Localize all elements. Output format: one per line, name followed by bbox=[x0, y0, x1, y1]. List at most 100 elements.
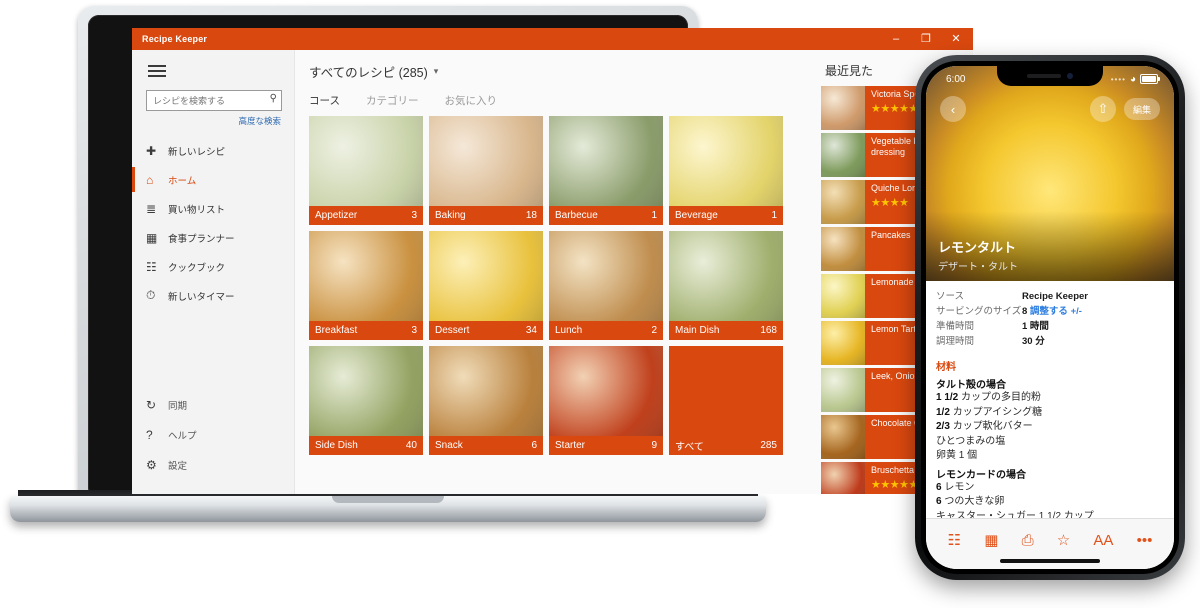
recipe-meta-row: ソース Recipe Keeper bbox=[936, 289, 1164, 304]
category-tile-count: 2 bbox=[651, 325, 657, 336]
recipe-meta-key: ソース bbox=[936, 291, 965, 302]
category-tile[interactable]: Snack 6 bbox=[429, 346, 543, 455]
close-icon[interactable]: ✕ bbox=[941, 28, 971, 50]
back-icon[interactable]: ‹ bbox=[940, 96, 966, 122]
sync-icon: ↻ bbox=[146, 398, 157, 412]
window-titlebar: Recipe Keeper – ❐ ✕ bbox=[132, 28, 973, 50]
category-tile[interactable]: Baking 18 bbox=[429, 116, 543, 225]
recent-item-thumbnail bbox=[821, 321, 865, 365]
tab-favorites[interactable]: お気に入り bbox=[444, 93, 497, 108]
sidebar-item-label: 同期 bbox=[168, 401, 188, 412]
category-tile[interactable]: すべて 285 bbox=[669, 346, 783, 455]
text-size-icon[interactable]: AA bbox=[1093, 533, 1113, 548]
home-indicator[interactable] bbox=[1000, 559, 1100, 563]
category-tile-name: すべて bbox=[675, 442, 704, 453]
minimize-icon[interactable]: – bbox=[881, 28, 911, 50]
category-tile[interactable]: Beverage 1 bbox=[669, 116, 783, 225]
adjust-servings-link[interactable]: 調整する bbox=[1027, 306, 1068, 317]
ingredient-line[interactable]: 6 つの大きな卵 bbox=[936, 495, 1164, 510]
tab-category[interactable]: カテゴリー bbox=[366, 93, 419, 108]
gear-icon: ⚙ bbox=[146, 458, 157, 472]
category-tile[interactable]: Barbecue 1 bbox=[549, 116, 663, 225]
category-tile[interactable]: Starter 9 bbox=[549, 346, 663, 455]
share-icon[interactable]: ⇧ bbox=[1089, 96, 1116, 122]
sidebar-item-new-timer[interactable]: ⏱ 新しいタイマー bbox=[132, 281, 294, 310]
category-tile-label-bar: Lunch 2 bbox=[549, 321, 663, 340]
category-tile[interactable]: Dessert 34 bbox=[429, 231, 543, 340]
ingredient-line[interactable]: 卵黄 1 個 bbox=[936, 449, 1164, 464]
sidebar-item-settings[interactable]: ⚙ 設定 bbox=[132, 450, 294, 480]
star-icon[interactable]: ☆ bbox=[1057, 533, 1070, 548]
more-icon[interactable]: ••• bbox=[1137, 533, 1153, 548]
recipe-meta-key: 調理時間 bbox=[936, 336, 975, 347]
category-tile[interactable]: Appetizer 3 bbox=[309, 116, 423, 225]
servings-stepper[interactable]: +/- bbox=[1068, 306, 1082, 317]
category-tile-label-bar: Appetizer 3 bbox=[309, 206, 423, 225]
phone-screen: 6:00 •••• ◕ ‹ ⇧ 編集 レモンタルト デザート・タルト ソース R… bbox=[926, 66, 1174, 569]
category-tile-count: 40 bbox=[405, 440, 417, 451]
advanced-search-link[interactable]: 高度な検索 bbox=[132, 115, 281, 127]
recent-item-thumbnail bbox=[821, 86, 865, 130]
search-icon[interactable]: ⚲ bbox=[270, 93, 277, 104]
ingredient-line[interactable]: 1 1/2 カップの多目的粉 bbox=[936, 391, 1164, 406]
book-icon: ☷ bbox=[146, 259, 157, 274]
maximize-icon[interactable]: ❐ bbox=[911, 28, 941, 50]
category-tile-name: Breakfast bbox=[315, 325, 358, 336]
ingredient-line[interactable]: 2/3 カップ軟化バター bbox=[936, 420, 1164, 435]
category-tile-count: 3 bbox=[411, 325, 417, 336]
category-tile-label-bar: Starter 9 bbox=[549, 436, 663, 455]
category-tile[interactable]: Main Dish 168 bbox=[669, 231, 783, 340]
sidebar-item-label: ヘルプ bbox=[168, 431, 197, 442]
phone-device: 6:00 •••• ◕ ‹ ⇧ 編集 レモンタルト デザート・タルト ソース R… bbox=[915, 55, 1185, 580]
edit-button[interactable]: 編集 bbox=[1123, 98, 1160, 120]
sidebar-item-cookbook[interactable]: ☷ クックブック bbox=[132, 252, 294, 281]
sidebar-item-new-recipe[interactable]: ✚ 新しいレシピ bbox=[132, 136, 294, 165]
category-tile[interactable]: Lunch 2 bbox=[549, 231, 663, 340]
category-tile-label-bar: すべて 285 bbox=[669, 436, 783, 455]
sidebar-item-sync[interactable]: ↻ 同期 bbox=[132, 390, 294, 420]
hero-action-bar: ‹ ⇧ 編集 bbox=[926, 96, 1174, 122]
sidebar-item-help[interactable]: ? ヘルプ bbox=[132, 420, 294, 450]
ingredient-groups: タルト殻の場合 1 1/2 カップの多目的粉 1/2 カップアイシング糖 2/3 カッ… bbox=[936, 376, 1164, 524]
category-tile-count: 168 bbox=[760, 325, 777, 336]
recipe-title-block: レモンタルト デザート・タルト bbox=[938, 237, 1018, 273]
window-controls: – ❐ ✕ bbox=[881, 28, 971, 50]
sidebar-item-meal-planner[interactable]: ▦ 食事プランナー bbox=[132, 223, 294, 252]
ingredient-line[interactable]: ひとつまみの塩 bbox=[936, 435, 1164, 450]
recipe-meta-value: 8 調整する +/- bbox=[1022, 306, 1082, 317]
recent-item-thumbnail bbox=[821, 133, 865, 177]
laptop-base bbox=[10, 496, 766, 522]
recipe-details: ソース Recipe Keeper サービングのサイズ 8 調整する +/- 準備時間 1… bbox=[926, 281, 1174, 527]
ingredient-line[interactable]: 1/2 カップアイシング糖 bbox=[936, 406, 1164, 421]
list-icon: ≣ bbox=[146, 201, 157, 216]
page-title: すべてのレシピ (285) bbox=[309, 66, 428, 80]
category-tile-name: Starter bbox=[555, 440, 586, 451]
sidebar-nav-bottom: ↻ 同期 ? ヘルプ ⚙ 設定 bbox=[132, 390, 294, 494]
sidebar-item-home[interactable]: ⌂ ホーム bbox=[132, 165, 294, 194]
calendar-icon: ▦ bbox=[146, 230, 158, 245]
search-input[interactable] bbox=[146, 90, 282, 111]
ingredients-heading: 材料 bbox=[936, 362, 956, 373]
chevron-down-icon[interactable]: ▾ bbox=[434, 66, 439, 77]
hamburger-icon[interactable] bbox=[132, 50, 294, 88]
app-body: ⚲ 高度な検索 ✚ 新しいレシピ ⌂ ホーム ≣ 買い物リスト bbox=[132, 50, 973, 494]
category-tile[interactable]: Breakfast 3 bbox=[309, 231, 423, 340]
category-tile-label-bar: Breakfast 3 bbox=[309, 321, 423, 340]
phone-status-bar: 6:00 •••• ◕ bbox=[926, 66, 1174, 90]
category-tile-label-bar: Main Dish 168 bbox=[669, 321, 783, 340]
category-tile[interactable]: Side Dish 40 bbox=[309, 346, 423, 455]
sidebar-item-shopping-list[interactable]: ≣ 買い物リスト bbox=[132, 194, 294, 223]
category-tile-count: 285 bbox=[760, 440, 777, 451]
calendar-icon[interactable]: ▦ bbox=[984, 533, 998, 548]
question-icon: ? bbox=[146, 428, 153, 442]
category-tile-label-bar: Baking 18 bbox=[429, 206, 543, 225]
category-tile-count: 18 bbox=[525, 210, 537, 221]
category-tile-name: Snack bbox=[435, 440, 463, 451]
tab-course[interactable]: コース bbox=[309, 93, 340, 108]
print-icon[interactable]: ⎙ bbox=[1022, 533, 1034, 548]
ingredient-line[interactable]: 6 レモン bbox=[936, 481, 1164, 496]
recipe-title: レモンタルト bbox=[938, 240, 1017, 255]
category-tile-name: Baking bbox=[435, 210, 466, 221]
checklist-icon[interactable]: ☷ bbox=[948, 533, 961, 548]
category-tile-name: Appetizer bbox=[315, 210, 358, 221]
